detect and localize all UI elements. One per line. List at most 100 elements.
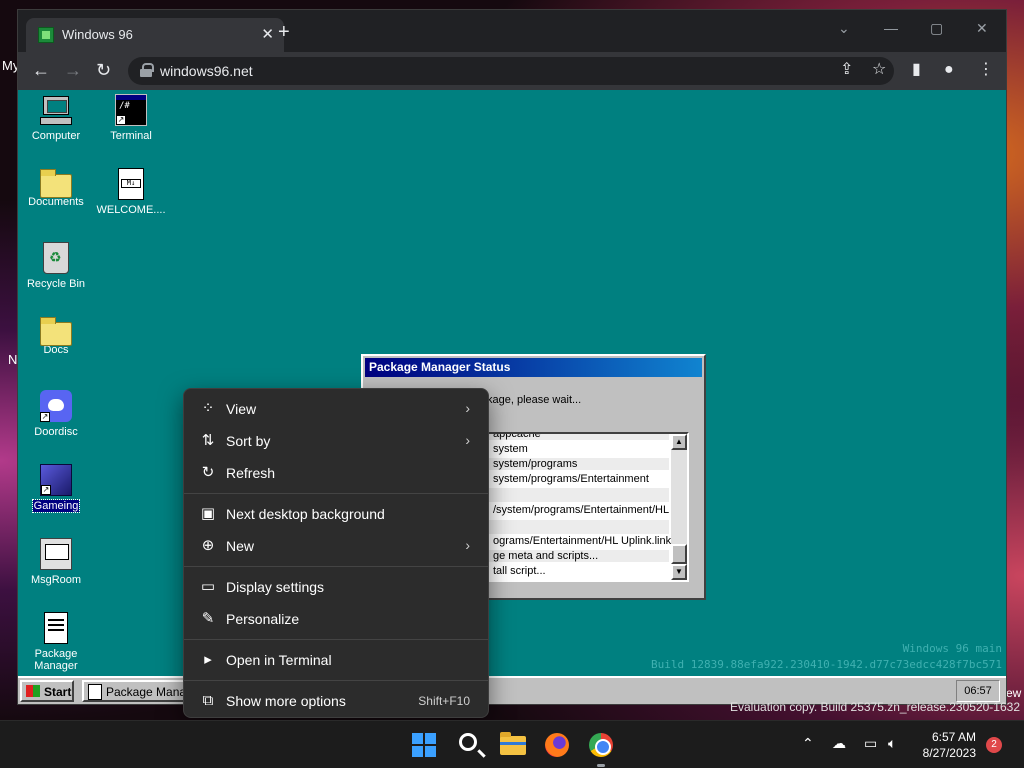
- menu-item-label: New: [226, 538, 255, 554]
- package-manager-icon: [44, 612, 68, 644]
- menu-item-show-more-options[interactable]: ⧉ Show more options Shift+F10: [188, 685, 484, 717]
- evaluation-watermark: Evaluation copy. Build 25375.zn_release.…: [730, 700, 1020, 714]
- log-line: system: [493, 443, 528, 455]
- desktop-icon-label: Recycle Bin: [26, 278, 86, 290]
- reload-icon[interactable]: ↻: [96, 61, 111, 79]
- cloud-offline-icon[interactable]: ☁: [832, 735, 846, 751]
- chevron-up-icon[interactable]: ⌃: [802, 735, 814, 751]
- share-icon[interactable]: ⇪: [840, 61, 853, 79]
- browser-window: Windows 96 ✕ + ⌄ — ▢ ✕ ← → ↻ windows96.n…: [18, 10, 1006, 704]
- notification-badge[interactable]: 2: [986, 737, 1002, 753]
- new-plus-icon: ⊕: [201, 537, 215, 554]
- menu-item-label: Next desktop background: [226, 506, 385, 522]
- dialog-status-text: kage, please wait...: [487, 394, 582, 406]
- scroll-up-arrow-icon[interactable]: ▲: [671, 434, 687, 450]
- display-settings-icon: ▭: [200, 578, 216, 595]
- search-icon[interactable]: [455, 731, 483, 759]
- address-bar[interactable]: windows96.net ⇪ ☆: [128, 57, 894, 85]
- menu-item-label: Sort by: [226, 433, 271, 449]
- desktop-icon-docs[interactable]: Docs: [18, 316, 94, 356]
- desktop-context-menu: ⁘ View › ⇅ Sort by › ↻ Refresh ▣ Next de…: [183, 388, 489, 718]
- back-arrow-icon[interactable]: ←: [32, 61, 50, 79]
- desktop-icon-label: Doordisc: [34, 426, 78, 438]
- clock-date: 8/27/2023: [922, 746, 976, 760]
- menu-item-sort-by[interactable]: ⇅ Sort by ›: [188, 425, 484, 457]
- desktop-icon-gameing[interactable]: ↗ Gameing: [18, 464, 94, 513]
- bookmark-star-icon[interactable]: ☆: [872, 61, 886, 79]
- desktop-icon-label: WELCOME....: [96, 204, 166, 216]
- markdown-file-icon: M↓: [118, 168, 144, 200]
- desktop-icon-label: Gameing: [31, 499, 81, 513]
- desktop-icon-label: Terminal: [110, 130, 152, 142]
- personalize-brush-icon: ✎: [201, 610, 215, 627]
- desktop-icon-label: MsgRoom: [30, 574, 82, 586]
- chevron-right-icon: ›: [465, 432, 470, 448]
- url-text[interactable]: windows96.net: [160, 63, 253, 79]
- menu-item-label: Display settings: [226, 579, 325, 595]
- desktop-icon-welcome[interactable]: M↓ WELCOME....: [93, 168, 169, 216]
- scroll-down-arrow-icon[interactable]: ▼: [671, 564, 687, 580]
- refresh-icon: ↻: [201, 464, 215, 481]
- menu-kebab-icon[interactable]: ⋮: [978, 61, 994, 79]
- close-tab-icon[interactable]: ✕: [261, 25, 274, 43]
- menu-item-refresh[interactable]: ↻ Refresh: [188, 457, 484, 489]
- shortcut-hint: Shift+F10: [418, 694, 470, 708]
- volume-icon[interactable]: 🔈︎: [888, 735, 896, 751]
- network-icon[interactable]: ▭: [864, 735, 877, 751]
- minimize-button[interactable]: —: [884, 20, 898, 36]
- menu-item-personalize[interactable]: ✎ Personalize: [188, 603, 484, 635]
- desktop-icon-label: Package Manager: [34, 648, 78, 672]
- log-line: system/programs/Entertainment: [493, 473, 649, 485]
- tab-title: Windows 96: [62, 27, 133, 42]
- sort-icon: ⇅: [201, 432, 215, 449]
- maximize-button[interactable]: ▢: [930, 20, 943, 37]
- menu-item-next-background[interactable]: ▣ Next desktop background: [188, 498, 484, 530]
- desktop-icon-documents[interactable]: Documents: [18, 168, 94, 208]
- tab-strip: Windows 96 ✕ + ⌄ — ▢ ✕: [18, 10, 1006, 52]
- recycle-bin-icon: [43, 242, 69, 274]
- desktop-icon-msgroom[interactable]: MsgRoom: [18, 538, 94, 586]
- windows96-favicon-icon: [38, 27, 54, 43]
- menu-separator: [184, 680, 488, 681]
- build-watermark-title: Windows 96 main: [902, 642, 1002, 655]
- windows-start-icon[interactable]: [410, 731, 438, 759]
- browser-tab[interactable]: Windows 96 ✕: [26, 18, 284, 52]
- browser-toolbar: ← → ↻ windows96.net ⇪ ☆ ▮ ● ⋮: [18, 52, 1006, 90]
- menu-item-label: Show more options: [226, 693, 346, 709]
- menu-item-new[interactable]: ⊕ New ›: [188, 530, 484, 562]
- close-window-button[interactable]: ✕: [976, 20, 988, 37]
- menu-item-display-settings[interactable]: ▭ Display settings: [188, 571, 484, 603]
- file-explorer-icon[interactable]: [499, 731, 527, 759]
- firefox-icon[interactable]: [543, 731, 571, 759]
- side-panel-icon[interactable]: ▮: [912, 61, 921, 79]
- host-desktop-label-fragment: My: [2, 58, 20, 73]
- chrome-icon[interactable]: [587, 731, 615, 767]
- w96-start-button[interactable]: Start: [20, 680, 74, 702]
- msgroom-icon: [40, 538, 72, 570]
- more-options-icon: ⧉: [202, 692, 214, 709]
- tab-search-dropdown-icon[interactable]: ⌄: [838, 20, 850, 37]
- desktop-icon-doordisc[interactable]: ↗ Doordisc: [18, 390, 94, 438]
- profile-icon[interactable]: ●: [944, 61, 954, 79]
- terminal-icon: /# ↗: [115, 94, 147, 126]
- menu-item-label: View: [226, 401, 257, 417]
- scroll-thumb[interactable]: [671, 544, 687, 564]
- discord-icon: ↗: [40, 390, 72, 422]
- desktop-icon-terminal[interactable]: /# ↗ Terminal: [93, 94, 169, 142]
- forward-arrow-icon[interactable]: →: [64, 61, 82, 79]
- desktop-icon-package-manager[interactable]: Package Manager: [18, 612, 94, 672]
- menu-separator: [184, 566, 488, 567]
- game-icon: ↗: [40, 464, 72, 496]
- log-scrollbar[interactable]: ▲ ▼: [671, 434, 687, 580]
- dialog-titlebar[interactable]: Package Manager Status: [365, 358, 702, 377]
- new-tab-button[interactable]: +: [278, 22, 290, 42]
- dialog-title: Package Manager Status: [369, 360, 511, 374]
- desktop-icon-computer[interactable]: Computer: [18, 94, 94, 142]
- menu-item-view[interactable]: ⁘ View ›: [188, 393, 484, 425]
- menu-separator: [184, 639, 488, 640]
- system-clock[interactable]: 6:57 AM 8/27/2023: [923, 729, 976, 761]
- lock-icon[interactable]: [140, 63, 154, 77]
- menu-item-open-terminal[interactable]: ▸ Open in Terminal: [188, 644, 484, 676]
- desktop-icon-recycle-bin[interactable]: Recycle Bin: [18, 242, 94, 290]
- menu-item-label: Open in Terminal: [226, 652, 332, 668]
